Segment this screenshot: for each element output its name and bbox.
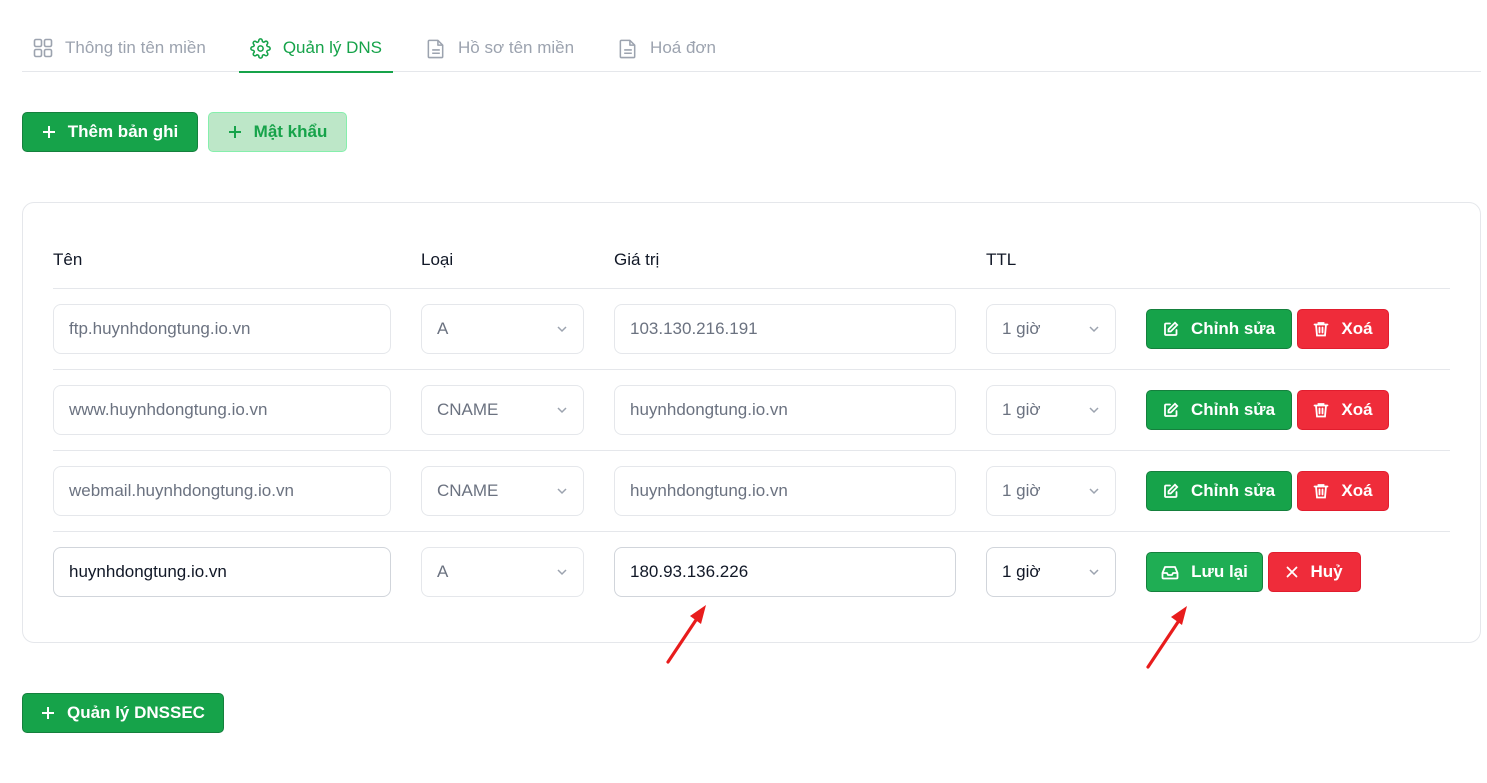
- cancel-label: Huỷ: [1310, 562, 1343, 581]
- record-type-select[interactable]: CNAME: [421, 385, 584, 435]
- record-ttl-select[interactable]: 1 giờ: [986, 304, 1116, 354]
- delete-button[interactable]: Xoá: [1297, 390, 1389, 430]
- record-ttl-value: 1 giờ: [1002, 481, 1041, 500]
- record-name-value: huynhdongtung.io.vn: [69, 562, 227, 581]
- header-name: Tên: [53, 250, 83, 269]
- tab-bar: Thông tin tên miền Quản lý DNS Hồ sơ tên…: [22, 24, 1481, 73]
- password-label: Mật khẩu: [253, 122, 328, 141]
- divider: [53, 369, 1450, 370]
- record-value-input[interactable]: 180.93.136.226: [614, 547, 956, 597]
- record-name-value: www.huynhdongtung.io.vn: [69, 400, 268, 419]
- record-name-input[interactable]: huynhdongtung.io.vn: [53, 547, 391, 597]
- dnssec-label: Quản lý DNSSEC: [67, 703, 205, 722]
- close-icon: [1287, 566, 1298, 578]
- edit-label: Chỉnh sửa: [1190, 400, 1276, 419]
- chevron-down-icon: [557, 407, 567, 414]
- record-ttl-value: 1 giờ: [1002, 562, 1041, 581]
- chevron-down-icon: [1089, 326, 1099, 333]
- chevron-down-icon: [1089, 407, 1099, 414]
- add-record-button[interactable]: Thêm bản ghi: [22, 112, 198, 152]
- tab-domain-profile[interactable]: Hồ sơ tên miền: [415, 24, 585, 72]
- record-name-value: ftp.huynhdongtung.io.vn: [69, 319, 251, 338]
- record-type-value: CNAME: [437, 400, 499, 419]
- divider: [53, 531, 1450, 532]
- header-type: Loại: [421, 250, 454, 269]
- record-type-value: A: [437, 319, 449, 338]
- record-value-text: 180.93.136.226: [630, 562, 749, 581]
- record-value-input[interactable]: huynhdongtung.io.vn: [614, 385, 956, 435]
- edit-icon: [1164, 321, 1179, 336]
- annotation-arrow-icon: [666, 605, 706, 664]
- plus-icon: [42, 126, 55, 138]
- edit-icon: [1164, 402, 1179, 417]
- record-value-input[interactable]: huynhdongtung.io.vn: [614, 466, 956, 516]
- record-name-input[interactable]: ftp.huynhdongtung.io.vn: [53, 304, 391, 354]
- tab-label: Hồ sơ tên miền: [458, 38, 575, 57]
- record-name-input[interactable]: webmail.huynhdongtung.io.vn: [53, 466, 391, 516]
- tab-label: Quản lý DNS: [282, 38, 383, 57]
- tab-domain-info[interactable]: Thông tin tên miền: [22, 24, 217, 72]
- record-type-value: CNAME: [437, 481, 499, 500]
- edit-button[interactable]: Chỉnh sửa: [1146, 471, 1292, 511]
- record-name-value: webmail.huynhdongtung.io.vn: [69, 481, 294, 500]
- trash-icon: [1314, 322, 1329, 337]
- document-icon: [427, 39, 444, 58]
- record-ttl-value: 1 giờ: [1002, 319, 1041, 338]
- plus-icon: [228, 126, 241, 138]
- save-label: Lưu lại: [1191, 562, 1248, 581]
- delete-label: Xoá: [1341, 400, 1373, 419]
- chevron-down-icon: [1089, 569, 1099, 576]
- tab-label: Thông tin tên miền: [65, 38, 206, 57]
- divider: [53, 450, 1450, 451]
- delete-label: Xoá: [1341, 481, 1373, 500]
- gear-icon: [249, 37, 271, 59]
- record-value-text: 103.130.216.191: [630, 319, 758, 338]
- tab-dns-management[interactable]: Quản lý DNS: [238, 24, 394, 73]
- record-name-input[interactable]: www.huynhdongtung.io.vn: [53, 385, 391, 435]
- delete-button[interactable]: Xoá: [1297, 471, 1389, 511]
- delete-button[interactable]: Xoá: [1297, 309, 1389, 349]
- cancel-button[interactable]: Huỷ: [1268, 552, 1361, 592]
- edit-icon: [1164, 483, 1179, 498]
- tab-label: Hoá đơn: [650, 38, 717, 57]
- header-value: Giá trị: [614, 250, 660, 269]
- annotation-arrow-icon: [1146, 606, 1187, 669]
- record-value-text: huynhdongtung.io.vn: [630, 481, 788, 500]
- grid-icon: [33, 38, 53, 58]
- header-ttl: TTL: [986, 250, 1017, 269]
- record-type-select[interactable]: A: [421, 547, 584, 597]
- password-button[interactable]: Mật khẩu: [208, 112, 347, 152]
- record-type-value: A: [437, 562, 449, 581]
- record-value-text: huynhdongtung.io.vn: [630, 400, 788, 419]
- record-ttl-value: 1 giờ: [1002, 400, 1041, 419]
- save-button[interactable]: Lưu lại: [1146, 552, 1263, 592]
- trash-icon: [1314, 403, 1329, 418]
- document-icon: [619, 39, 636, 58]
- record-ttl-select[interactable]: 1 giờ: [986, 547, 1116, 597]
- inbox-save-icon: [1161, 566, 1179, 580]
- tab-invoice[interactable]: Hoá đơn: [607, 24, 727, 72]
- delete-label: Xoá: [1341, 319, 1373, 338]
- record-value-input[interactable]: 103.130.216.191: [614, 304, 956, 354]
- record-type-select[interactable]: CNAME: [421, 466, 584, 516]
- edit-label: Chỉnh sửa: [1190, 481, 1276, 500]
- trash-icon: [1314, 484, 1329, 499]
- chevron-down-icon: [557, 488, 567, 495]
- edit-button[interactable]: Chỉnh sửa: [1146, 390, 1292, 430]
- chevron-down-icon: [1089, 488, 1099, 495]
- record-ttl-select[interactable]: 1 giờ: [986, 466, 1116, 516]
- record-type-select[interactable]: A: [421, 304, 584, 354]
- record-ttl-select[interactable]: 1 giờ: [986, 385, 1116, 435]
- plus-icon: [42, 707, 55, 719]
- dnssec-button[interactable]: Quản lý DNSSEC: [22, 693, 224, 733]
- edit-label: Chỉnh sửa: [1190, 319, 1276, 338]
- chevron-down-icon: [557, 569, 567, 576]
- divider: [53, 288, 1450, 289]
- chevron-down-icon: [557, 326, 567, 333]
- edit-button[interactable]: Chỉnh sửa: [1146, 309, 1292, 349]
- add-record-label: Thêm bản ghi: [67, 122, 179, 141]
